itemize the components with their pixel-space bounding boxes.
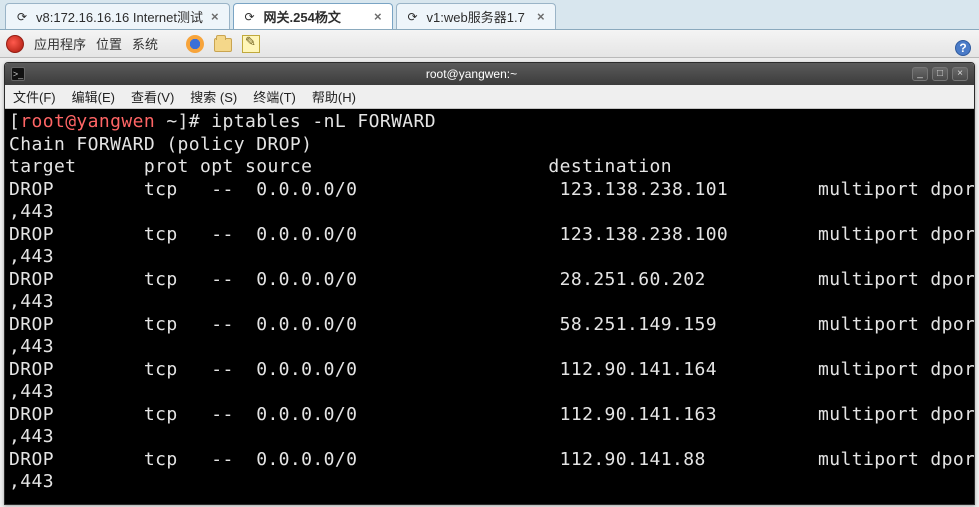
tab-label: 网关.254杨文	[264, 7, 341, 26]
menu-view[interactable]: 查看(V)	[131, 87, 174, 106]
close-icon[interactable]: ×	[535, 9, 547, 24]
terminal-menubar: 文件(F) 编辑(E) 查看(V) 搜索 (S) 终端(T) 帮助(H)	[5, 85, 974, 109]
text-editor-icon[interactable]	[242, 35, 260, 53]
firefox-icon[interactable]	[186, 35, 204, 53]
terminal-window: >_ root@yangwen:~ _ □ × 文件(F) 编辑(E) 查看(V…	[4, 62, 975, 505]
refresh-icon: ⟳	[405, 9, 421, 25]
browser-tab-gateway[interactable]: ⟳ 网关.254杨文 ×	[233, 3, 393, 29]
menu-system[interactable]: 系统	[132, 34, 158, 53]
redhat-icon[interactable]	[6, 35, 24, 53]
terminal-output[interactable]: [root@yangwen ~]# iptables -nL FORWARD C…	[5, 109, 974, 504]
file-manager-icon[interactable]	[214, 35, 232, 53]
menu-file[interactable]: 文件(F)	[13, 87, 56, 106]
refresh-icon: ⟳	[242, 9, 258, 25]
menu-help[interactable]: 帮助(H)	[312, 87, 356, 106]
help-icon[interactable]: ?	[955, 40, 971, 56]
close-button[interactable]: ×	[952, 67, 968, 81]
minimize-button[interactable]: _	[912, 67, 928, 81]
window-title: root@yangwen:~	[31, 67, 912, 81]
refresh-icon: ⟳	[14, 9, 30, 25]
browser-tab-v8[interactable]: ⟳ v8:172.16.16.16 Internet测试 ×	[5, 3, 230, 29]
tab-label: v1:web服务器1.7	[427, 7, 525, 26]
menu-search[interactable]: 搜索 (S)	[190, 87, 237, 106]
maximize-button[interactable]: □	[932, 67, 948, 81]
close-icon[interactable]: ×	[372, 9, 384, 24]
menu-applications[interactable]: 应用程序	[34, 34, 86, 53]
terminal-icon: >_	[11, 67, 25, 81]
menu-places[interactable]: 位置	[96, 34, 122, 53]
terminal-titlebar[interactable]: >_ root@yangwen:~ _ □ ×	[5, 63, 974, 85]
close-icon[interactable]: ×	[209, 9, 221, 24]
browser-tab-v1[interactable]: ⟳ v1:web服务器1.7 ×	[396, 3, 556, 29]
menu-edit[interactable]: 编辑(E)	[72, 87, 115, 106]
menu-terminal[interactable]: 终端(T)	[253, 87, 296, 106]
tab-label: v8:172.16.16.16 Internet测试	[36, 7, 203, 26]
browser-tab-strip: ⟳ v8:172.16.16.16 Internet测试 × ⟳ 网关.254杨…	[0, 0, 979, 30]
gnome-panel: 应用程序 位置 系统	[0, 30, 979, 58]
